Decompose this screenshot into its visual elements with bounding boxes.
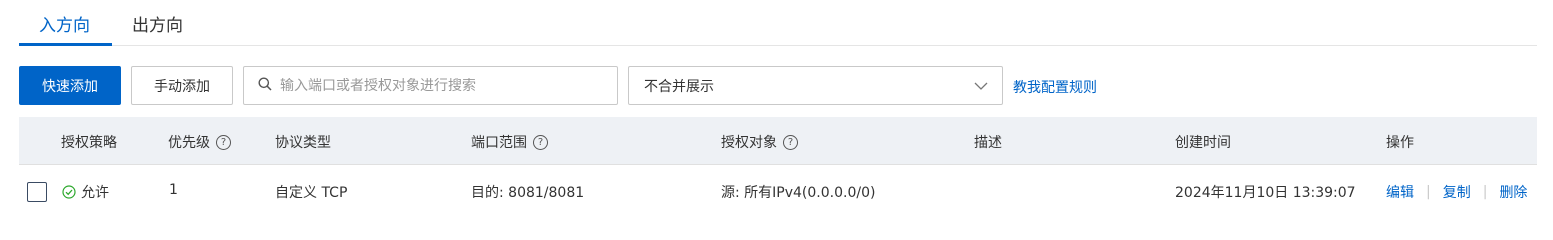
copy-link[interactable]: 复制 (1443, 182, 1471, 202)
column-header-port-range: 端口范围? (471, 132, 548, 152)
policy-label: 允许 (81, 185, 109, 201)
check-circle-icon (62, 185, 76, 199)
merge-display-select[interactable]: 不合并展示 (628, 66, 1003, 105)
edit-link[interactable]: 编辑 (1386, 182, 1414, 202)
created-time-cell: 2024年11月10日 13:39:07 (1175, 185, 1356, 201)
delete-link[interactable]: 删除 (1499, 182, 1527, 202)
chevron-down-icon (974, 79, 988, 97)
port-range-cell: 目的: 8081/8081 (471, 185, 585, 201)
column-header-policy: 授权策略 (61, 135, 117, 151)
column-header-protocol: 协议类型 (275, 135, 331, 151)
actions-cell: 编辑 | 复制 | 删除 (1386, 182, 1527, 202)
table-header: 授权策略 优先级? 协议类型 端口范围? 授权对象? 描述 创建时间 操作 (19, 117, 1537, 165)
manual-add-button[interactable]: 手动添加 (131, 66, 233, 105)
priority-cell: 1 (169, 182, 178, 198)
table-row: 允许 1 自定义 TCP 目的: 8081/8081 源: 所有IPv4(0.0… (19, 166, 1537, 218)
action-divider: | (1482, 184, 1488, 200)
policy-cell: 允许 (62, 182, 109, 202)
column-header-created-time: 创建时间 (1175, 135, 1231, 151)
direction-tabs: 入方向 出方向 (19, 0, 1537, 46)
help-icon[interactable]: ? (216, 134, 231, 150)
column-header-auth-object: 授权对象? (721, 132, 798, 152)
column-header-actions: 操作 (1386, 135, 1414, 151)
config-rules-help-link[interactable]: 教我配置规则 (1013, 77, 1097, 97)
row-checkbox[interactable] (27, 182, 47, 202)
auth-object-cell: 源: 所有IPv4(0.0.0.0/0) (721, 185, 876, 201)
active-tab-indicator (19, 43, 112, 46)
tab-inbound[interactable]: 入方向 (39, 11, 90, 46)
column-header-description: 描述 (974, 135, 1002, 151)
search-input[interactable] (280, 77, 600, 94)
help-icon[interactable]: ? (783, 134, 798, 150)
protocol-cell: 自定义 TCP (275, 185, 348, 201)
quick-add-button[interactable]: 快速添加 (19, 66, 121, 105)
tab-outbound[interactable]: 出方向 (132, 11, 183, 46)
merge-select-value: 不合并展示 (644, 78, 714, 95)
search-icon (258, 77, 272, 95)
search-box (243, 66, 618, 105)
action-divider: | (1426, 184, 1431, 200)
column-header-priority: 优先级? (168, 132, 231, 152)
help-icon[interactable]: ? (533, 134, 548, 150)
